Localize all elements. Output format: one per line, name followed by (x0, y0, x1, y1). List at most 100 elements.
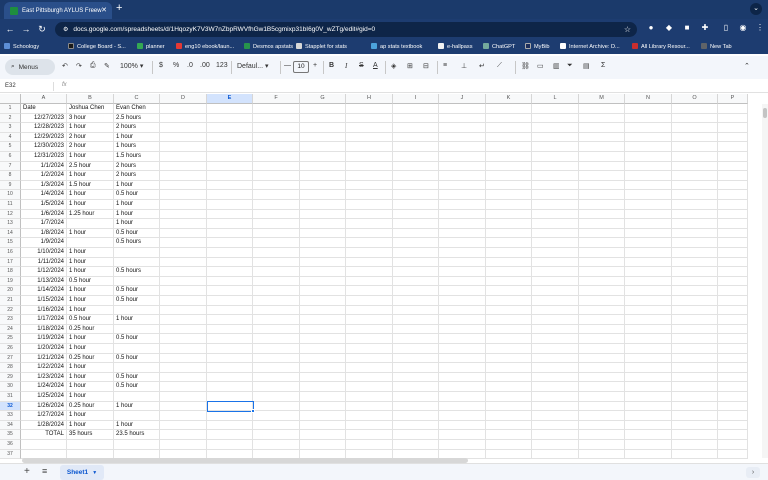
cell-p12[interactable] (718, 209, 748, 220)
cell-d15[interactable] (160, 238, 207, 248)
bookmark-item[interactable]: Desmos apstats (244, 43, 293, 50)
cell-l29[interactable] (532, 372, 579, 383)
cell-d22[interactable] (160, 305, 207, 316)
cell-n12[interactable] (625, 209, 672, 220)
cell-p8[interactable] (718, 171, 748, 181)
new-tab-button[interactable]: + (116, 2, 122, 14)
cell-o34[interactable] (672, 420, 718, 431)
cell-l32[interactable] (532, 401, 579, 412)
cell-i27[interactable] (393, 353, 439, 364)
all-sheets-button[interactable]: ≡ (42, 466, 47, 476)
cell-m9[interactable] (579, 180, 625, 191)
cell-b20[interactable]: 1 hour (67, 286, 114, 296)
row-header[interactable]: 30 (0, 382, 21, 392)
menus-search-button[interactable]: ⌕ Menus (5, 59, 55, 75)
cell-o21[interactable] (672, 296, 718, 306)
cell-h28[interactable] (346, 363, 393, 373)
cell-m16[interactable] (579, 248, 625, 258)
cell-k6[interactable] (486, 152, 532, 162)
cell-b17[interactable]: 1 hour (67, 257, 114, 268)
cell-n22[interactable] (625, 305, 672, 316)
cell-f32[interactable] (253, 401, 300, 412)
cell-b21[interactable]: 1 hour (67, 296, 114, 306)
cell-o26[interactable] (672, 344, 718, 354)
cell-f25[interactable] (253, 334, 300, 344)
cell-o15[interactable] (672, 238, 718, 248)
cell-a26[interactable]: 1/20/2024 (21, 344, 67, 354)
cell-c31[interactable] (114, 392, 160, 402)
cell-c2[interactable]: 2.5 hours (114, 113, 160, 124)
sidepanel-icon[interactable]: ▯ (720, 23, 732, 35)
cell-e13[interactable] (207, 219, 253, 229)
cell-f15[interactable] (253, 238, 300, 248)
cell-g5[interactable] (300, 142, 346, 152)
cell-m25[interactable] (579, 334, 625, 344)
cell-a16[interactable]: 1/10/2024 (21, 248, 67, 258)
cell-i11[interactable] (393, 200, 439, 210)
cell-i28[interactable] (393, 363, 439, 373)
cell-h26[interactable] (346, 344, 393, 354)
cell-b28[interactable]: 1 hour (67, 363, 114, 373)
cell-e20[interactable] (207, 286, 253, 296)
cell-f31[interactable] (253, 392, 300, 402)
cell-g29[interactable] (300, 372, 346, 383)
cell-i12[interactable] (393, 209, 439, 220)
bookmark-item[interactable]: eng10 ebook/laun... (176, 43, 234, 50)
cell-h29[interactable] (346, 372, 393, 383)
cell-b2[interactable]: 3 hour (67, 113, 114, 124)
cell-n26[interactable] (625, 344, 672, 354)
cell-g27[interactable] (300, 353, 346, 364)
cell-k19[interactable] (486, 276, 532, 287)
undo-icon[interactable]: ↶ (62, 62, 68, 70)
cell-h30[interactable] (346, 382, 393, 392)
cell-e29[interactable] (207, 372, 253, 383)
cell-a13[interactable]: 1/7/2024 (21, 219, 67, 229)
cell-e33[interactable] (207, 411, 253, 421)
cell-a27[interactable]: 1/21/2024 (21, 353, 67, 364)
cell-g21[interactable] (300, 296, 346, 306)
cell-h8[interactable] (346, 171, 393, 181)
cell-l34[interactable] (532, 420, 579, 431)
cell-f12[interactable] (253, 209, 300, 220)
cell-f33[interactable] (253, 411, 300, 421)
cell-l37[interactable] (532, 449, 579, 460)
cell-d27[interactable] (160, 353, 207, 364)
cell-o23[interactable] (672, 315, 718, 325)
cell-f14[interactable] (253, 228, 300, 239)
cell-c21[interactable]: 0.5 hour (114, 296, 160, 306)
cell-e12[interactable] (207, 209, 253, 220)
cell-h6[interactable] (346, 152, 393, 162)
cell-d5[interactable] (160, 142, 207, 152)
row-header[interactable]: 10 (0, 190, 21, 200)
cell-g28[interactable] (300, 363, 346, 373)
cell-a19[interactable]: 1/13/2024 (21, 276, 67, 287)
cell-j5[interactable] (439, 142, 486, 152)
cell-i29[interactable] (393, 372, 439, 383)
cell-f6[interactable] (253, 152, 300, 162)
row-header[interactable]: 25 (0, 334, 21, 344)
extension-icon[interactable]: ● (645, 23, 657, 35)
close-tab-icon[interactable]: ✕ (101, 6, 107, 14)
cell-h24[interactable] (346, 324, 393, 335)
cell-b24[interactable]: 0.25 hour (67, 324, 114, 335)
column-header-c[interactable]: C (114, 94, 160, 104)
cell-k16[interactable] (486, 248, 532, 258)
cell-c11[interactable]: 1 hour (114, 200, 160, 210)
cell-i22[interactable] (393, 305, 439, 316)
cell-h11[interactable] (346, 200, 393, 210)
cell-h7[interactable] (346, 161, 393, 172)
cell-m15[interactable] (579, 238, 625, 248)
cell-k3[interactable] (486, 123, 532, 133)
site-info-icon[interactable]: ⚙ (63, 26, 68, 33)
cell-d29[interactable] (160, 372, 207, 383)
cell-o2[interactable] (672, 113, 718, 124)
cell-g8[interactable] (300, 171, 346, 181)
cell-a9[interactable]: 1/3/2024 (21, 180, 67, 191)
column-header-n[interactable]: N (625, 94, 672, 104)
cell-d1[interactable] (160, 104, 207, 114)
cell-e26[interactable] (207, 344, 253, 354)
cell-h10[interactable] (346, 190, 393, 200)
cell-h17[interactable] (346, 257, 393, 268)
row-header[interactable]: 5 (0, 142, 21, 152)
cell-l2[interactable] (532, 113, 579, 124)
